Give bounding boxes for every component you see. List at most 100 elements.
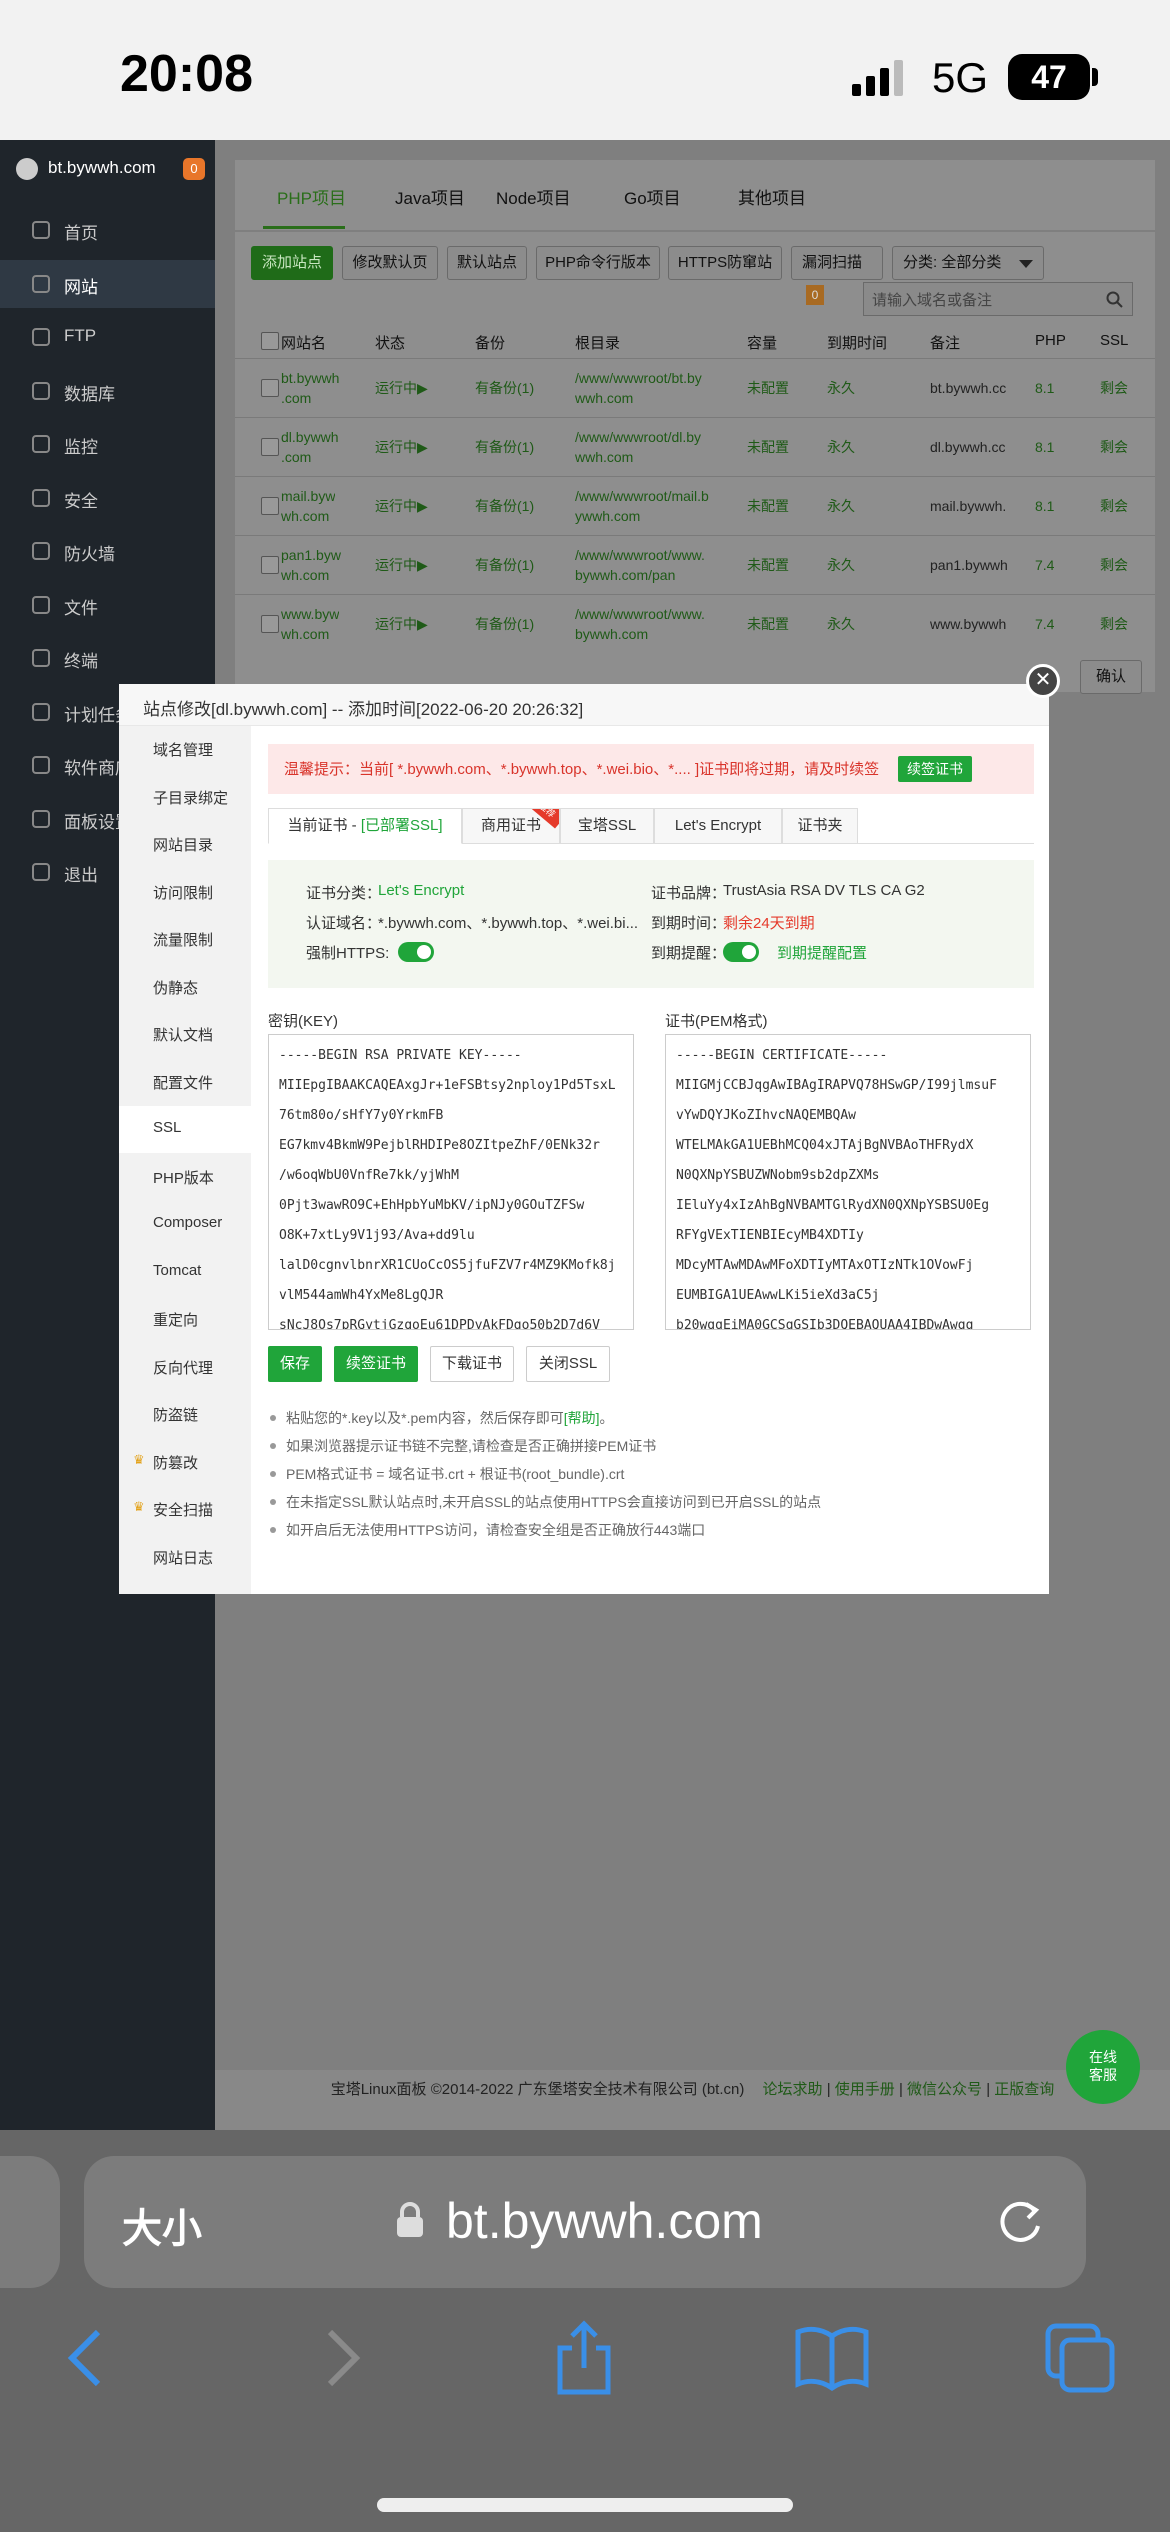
cell-ssl[interactable]: 剩会: [1100, 437, 1128, 457]
dialog-nav-item[interactable]: Tomcat: [119, 1249, 251, 1296]
column-header[interactable]: PHP: [1035, 332, 1066, 349]
column-header[interactable]: 备注: [930, 332, 960, 353]
cell-status[interactable]: 运行中▶: [375, 378, 428, 398]
tab-go[interactable]: Go项目: [624, 184, 681, 209]
column-header[interactable]: 根目录: [575, 332, 620, 353]
cell-note[interactable]: mail.bywwh.: [930, 496, 1006, 516]
cell-ssl[interactable]: 剩会: [1100, 555, 1128, 575]
dialog-nav-item[interactable]: 子目录绑定: [119, 774, 251, 821]
cell-php[interactable]: 8.1: [1035, 378, 1054, 398]
dialog-nav-item[interactable]: 网站日志: [119, 1534, 251, 1581]
sidebar-item-2[interactable]: FTP: [0, 313, 215, 361]
cell-expire[interactable]: 永久: [827, 378, 855, 398]
cell-root[interactable]: /www/wwwroot/www. bywwh.com: [575, 604, 705, 644]
vuln-scan-button[interactable]: 漏洞扫描 0: [791, 246, 883, 305]
tab-node[interactable]: Node项目: [496, 184, 571, 209]
table-row[interactable]: www.byw wh.com 运行中▶ 有备份(1) /www/wwwroot/www…: [235, 594, 1155, 652]
renew-cert-button[interactable]: 续签证书: [898, 756, 972, 782]
column-header[interactable]: 网站名: [281, 332, 326, 353]
column-header[interactable]: 备份: [475, 332, 505, 353]
dialog-nav-item[interactable]: 反向代理: [119, 1344, 251, 1391]
sidebar-item-4[interactable]: 监控: [0, 420, 215, 468]
cell-status[interactable]: 运行中▶: [375, 555, 428, 575]
cell-root[interactable]: /www/wwwroot/bt.by wwh.com: [575, 368, 702, 408]
row-checkbox[interactable]: [261, 438, 279, 456]
key-textarea[interactable]: -----BEGIN RSA PRIVATE KEY----- MIIEpgIBA…: [268, 1034, 634, 1330]
column-header[interactable]: 容量: [747, 332, 777, 353]
dialog-nav-item[interactable]: 域名管理: [119, 726, 251, 773]
dialog-nav-item[interactable]: PHP版本: [119, 1154, 251, 1201]
cell-ssl[interactable]: 剩会: [1100, 496, 1128, 516]
modify-default-button[interactable]: 修改默认页: [342, 246, 438, 280]
select-all-checkbox[interactable]: [261, 332, 279, 350]
tab-bt-ssl[interactable]: 宝塔SSL: [560, 808, 654, 844]
cell-status[interactable]: 运行中▶: [375, 614, 428, 634]
column-header[interactable]: 状态: [375, 332, 405, 353]
cell-note[interactable]: pan1.bywwh: [930, 555, 1008, 575]
sidebar-item-0[interactable]: 首页: [0, 206, 215, 254]
cell-quota[interactable]: 未配置: [747, 555, 789, 575]
sidebar-item-1[interactable]: 网站: [0, 259, 215, 308]
cell-expire[interactable]: 永久: [827, 614, 855, 634]
https-guard-button[interactable]: HTTPS防窜站: [668, 246, 782, 280]
remind-toggle[interactable]: [723, 942, 759, 962]
back-icon[interactable]: [48, 2318, 128, 2398]
forward-icon[interactable]: [300, 2318, 380, 2398]
notification-badge[interactable]: 0: [183, 158, 205, 180]
cell-root[interactable]: /www/wwwroot/mail.b ywwh.com: [575, 486, 709, 526]
cell-php[interactable]: 7.4: [1035, 555, 1054, 575]
cell-backup[interactable]: 有备份(1): [475, 378, 534, 398]
cell-backup[interactable]: 有备份(1): [475, 614, 534, 634]
cell-name[interactable]: dl.bywwh .com: [281, 427, 339, 467]
dialog-nav-item[interactable]: 默认文档: [119, 1011, 251, 1058]
sidebar-item-5[interactable]: 安全: [0, 474, 215, 522]
online-support-button[interactable]: 在线 客服: [1066, 2030, 1140, 2104]
text-size-button[interactable]: 大小: [122, 2196, 202, 2254]
cell-backup[interactable]: 有备份(1): [475, 437, 534, 457]
cell-quota[interactable]: 未配置: [747, 378, 789, 398]
bookmarks-icon[interactable]: [792, 2318, 872, 2398]
cell-note[interactable]: www.bywwh: [930, 614, 1006, 634]
renew-button[interactable]: 续签证书: [334, 1346, 418, 1382]
footer-link-wechat[interactable]: 微信公众号: [907, 2081, 982, 2098]
cell-note[interactable]: bt.bywwh.cc: [930, 378, 1006, 398]
cell-status[interactable]: 运行中▶: [375, 496, 428, 516]
sidebar-item-3[interactable]: 数据库: [0, 367, 215, 415]
cell-quota[interactable]: 未配置: [747, 496, 789, 516]
cell-quota[interactable]: 未配置: [747, 614, 789, 634]
confirm-button[interactable]: 确认: [1080, 660, 1142, 694]
sidebar-item-7[interactable]: 文件: [0, 581, 215, 629]
cell-name[interactable]: pan1.byw wh.com: [281, 545, 341, 585]
cell-note[interactable]: dl.bywwh.cc: [930, 437, 1005, 457]
cell-name[interactable]: bt.bywwh .com: [281, 368, 339, 408]
cell-name[interactable]: www.byw wh.com: [281, 604, 339, 644]
cell-root[interactable]: /www/wwwroot/www. bywwh.com/pan: [575, 545, 705, 585]
cell-php[interactable]: 7.4: [1035, 614, 1054, 634]
cert-textarea[interactable]: -----BEGIN CERTIFICATE----- MIIGMjCCBJqgA…: [665, 1034, 1031, 1330]
row-checkbox[interactable]: [261, 379, 279, 397]
tab-php[interactable]: PHP项目: [277, 184, 346, 209]
table-row[interactable]: dl.bywwh .com 运行中▶ 有备份(1) /www/wwwroot/dl.b…: [235, 417, 1155, 475]
cell-expire[interactable]: 永久: [827, 437, 855, 457]
help-link[interactable]: [帮助]: [564, 1410, 600, 1426]
search-input[interactable]: 请输入域名或备注: [863, 282, 1133, 316]
add-site-button[interactable]: 添加站点: [251, 246, 333, 280]
cell-php[interactable]: 8.1: [1035, 437, 1054, 457]
cell-status[interactable]: 运行中▶: [375, 437, 428, 457]
dialog-nav-item[interactable]: SSL: [119, 1106, 251, 1153]
default-site-button[interactable]: 默认站点: [447, 246, 527, 280]
table-row[interactable]: bt.bywwh .com 运行中▶ 有备份(1) /www/wwwroot/bt.b…: [235, 358, 1155, 416]
share-icon[interactable]: [544, 2318, 624, 2398]
cell-backup[interactable]: 有备份(1): [475, 555, 534, 575]
cell-expire[interactable]: 永久: [827, 496, 855, 516]
force-https-toggle[interactable]: [398, 942, 434, 962]
dialog-nav-item[interactable]: 伪静态: [119, 964, 251, 1011]
row-checkbox[interactable]: [261, 556, 279, 574]
sidebar-item-6[interactable]: 防火墙: [0, 527, 215, 575]
save-button[interactable]: 保存: [268, 1346, 322, 1382]
tabs-icon[interactable]: [1040, 2318, 1120, 2398]
column-header[interactable]: 到期时间: [827, 332, 887, 353]
table-row[interactable]: mail.byw wh.com 运行中▶ 有备份(1) /www/wwwroot/ma…: [235, 476, 1155, 534]
cell-php[interactable]: 8.1: [1035, 496, 1054, 516]
tab-java[interactable]: Java项目: [395, 184, 465, 209]
